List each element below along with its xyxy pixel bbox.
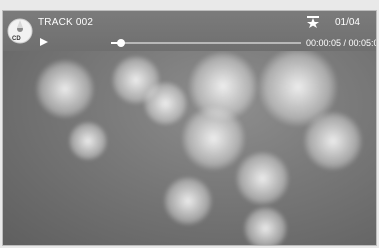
background-bokeh bbox=[35, 59, 95, 119]
background-bokeh bbox=[243, 206, 288, 245]
background-bokeh bbox=[163, 176, 213, 226]
track-counter: 01/04 bbox=[334, 17, 360, 28]
time-display: 00:00:05 / 00:05:03 bbox=[306, 38, 377, 48]
progress-knob[interactable] bbox=[116, 39, 125, 47]
track-title: TRACK 002 bbox=[38, 17, 94, 28]
background-bokeh bbox=[143, 81, 188, 126]
background-bokeh bbox=[181, 106, 246, 171]
background-bokeh bbox=[235, 151, 290, 206]
play-icon[interactable] bbox=[40, 38, 48, 46]
disc-type-label: CD bbox=[12, 36, 21, 42]
info-bar: CD TRACK 002 01/04 00:00:05 / 00:05:03 bbox=[3, 11, 376, 51]
chapter-icon bbox=[307, 16, 319, 28]
media-player-screen: CD TRACK 002 01/04 00:00:05 / 00:05:03 bbox=[2, 10, 377, 246]
progress-bar[interactable] bbox=[111, 39, 301, 47]
background-bokeh bbox=[68, 121, 108, 161]
background-bokeh bbox=[303, 111, 363, 171]
